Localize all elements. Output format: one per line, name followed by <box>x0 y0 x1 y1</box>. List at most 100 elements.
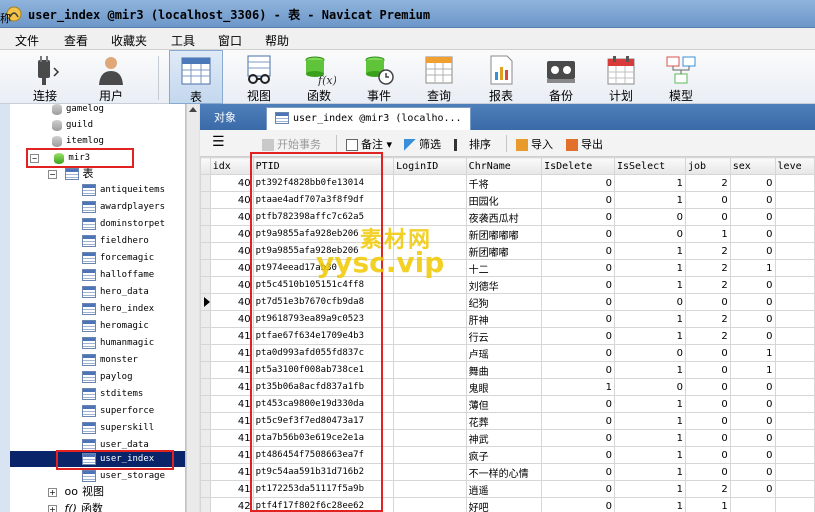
table-cell[interactable]: 0 <box>541 497 615 512</box>
column-header[interactable]: LoginID <box>393 157 467 175</box>
row-indicator[interactable] <box>200 327 211 345</box>
table-cell[interactable] <box>393 429 467 447</box>
data-grid[interactable]: idx PTID LoginID ChrName IsDelete IsSelect job… <box>200 157 815 512</box>
table-cell[interactable]: 0 <box>729 174 776 192</box>
table-cell[interactable]: 0 <box>729 395 776 413</box>
table-cell[interactable]: 41 <box>209 480 254 498</box>
table-cell[interactable] <box>393 395 467 413</box>
table-cell[interactable]: 1 <box>613 480 686 498</box>
table-cell[interactable]: 0 <box>541 361 615 379</box>
tree-table-item[interactable]: fieldhero <box>82 233 149 249</box>
table-cell[interactable] <box>393 344 467 362</box>
filter-button[interactable]: 筛选 <box>404 136 441 152</box>
table-cell[interactable]: 40 <box>209 174 254 192</box>
table-cell[interactable]: 1 <box>613 242 686 260</box>
tree-table-item[interactable]: monster <box>82 352 138 368</box>
table-row[interactable]: 40 pt7d51e3b7670cfb9da8 纪狗 0 0 0 0 <box>200 293 815 311</box>
table-cell[interactable]: pta0d993afd055fd837c <box>252 344 395 362</box>
table-cell[interactable]: 0 <box>729 378 776 396</box>
table-cell[interactable]: 40 <box>209 225 254 243</box>
table-cell[interactable]: 疯子 <box>465 446 543 464</box>
sidebar-scrollbar[interactable] <box>186 104 199 512</box>
table-cell[interactable]: 0 <box>541 310 615 328</box>
table-cell[interactable]: 0 <box>729 412 776 430</box>
row-indicator[interactable] <box>200 174 211 192</box>
view-button[interactable]: 视图 <box>232 50 286 104</box>
table-cell[interactable]: 41 <box>209 361 254 379</box>
table-cell[interactable]: ptfb782398affc7c62a5 <box>252 208 395 226</box>
table-row[interactable]: 40 pt974eead17ab30 十二 0 1 2 1 <box>200 259 815 277</box>
table-cell[interactable]: 1 <box>613 446 686 464</box>
table-row[interactable]: 40 ptfb782398affc7c62a5 夜袭西瓜村 0 0 0 0 <box>200 208 815 226</box>
row-indicator[interactable] <box>200 480 211 498</box>
table-cell[interactable]: pt9a9855afa928eb206 <box>252 242 395 260</box>
table-cell[interactable]: 0 <box>684 344 731 362</box>
table-cell[interactable]: 0 <box>729 191 776 209</box>
table-cell[interactable]: 0 <box>541 259 615 277</box>
row-indicator[interactable] <box>200 429 211 447</box>
row-indicator[interactable] <box>200 259 211 277</box>
table-cell[interactable]: 鬼眼 <box>465 378 543 396</box>
menu-favorites[interactable]: 收藏夹 <box>111 32 147 49</box>
table-cell[interactable]: 舞曲 <box>465 361 543 379</box>
table-cell[interactable] <box>393 497 467 512</box>
table-cell[interactable]: 千将 <box>465 174 543 192</box>
tree-table-item[interactable]: paylog <box>82 369 133 385</box>
row-indicator[interactable] <box>200 446 211 464</box>
table-cell[interactable]: 0 <box>729 463 776 481</box>
column-header[interactable]: ChrName <box>465 157 543 175</box>
table-cell[interactable] <box>774 276 815 294</box>
table-row[interactable]: 40 pt9a9855afa928eb206 新团嘟嘟嘟 0 0 1 0 <box>200 225 815 243</box>
table-cell[interactable]: 0 <box>684 378 731 396</box>
table-cell[interactable]: pt486454f7508663ea7f <box>252 446 395 464</box>
table-cell[interactable] <box>774 259 815 277</box>
table-cell[interactable]: 夜袭西瓜村 <box>465 208 543 226</box>
sort-button[interactable]: 排序 <box>454 136 491 152</box>
table-cell[interactable]: 1 <box>729 361 776 379</box>
table-cell[interactable]: 0 <box>729 276 776 294</box>
table-cell[interactable]: 薄但 <box>465 395 543 413</box>
table-cell[interactable]: 0 <box>541 344 615 362</box>
table-cell[interactable]: 42 <box>209 497 254 512</box>
table-cell[interactable] <box>393 327 467 345</box>
table-cell[interactable] <box>774 429 815 447</box>
tree-table-item[interactable]: awardplayers <box>82 199 165 215</box>
row-indicator[interactable] <box>200 463 211 481</box>
row-indicator[interactable] <box>200 242 211 260</box>
table-row[interactable]: 41 pta0d993afd055fd837c 卢瑶 0 0 0 1 <box>200 344 815 362</box>
table-cell[interactable]: 0 <box>684 191 731 209</box>
table-cell[interactable]: 0 <box>541 480 615 498</box>
table-row[interactable]: 41 pta7b56b03e619ce2e1a 神武 0 1 0 0 <box>200 429 815 447</box>
table-cell[interactable]: pt5a3100f008ab738ce1 <box>252 361 395 379</box>
table-cell[interactable]: 1 <box>613 191 686 209</box>
column-header[interactable]: job <box>684 157 731 175</box>
table-cell[interactable]: 1 <box>613 497 686 512</box>
table-cell[interactable] <box>393 293 467 311</box>
table-row[interactable]: 41 pt5c9ef3f7ed80473a17 花葬 0 1 0 0 <box>200 412 815 430</box>
table-cell[interactable] <box>774 174 815 192</box>
row-indicator[interactable] <box>200 191 211 209</box>
table-cell[interactable]: 41 <box>209 344 254 362</box>
table-cell[interactable]: 0 <box>684 429 731 447</box>
table-cell[interactable]: 0 <box>541 174 615 192</box>
tree-group-views[interactable]: + oo 视图 <box>48 484 104 500</box>
tree-table-item[interactable]: stditems <box>82 386 143 402</box>
table-cell[interactable] <box>774 497 815 512</box>
table-cell[interactable]: 0 <box>613 208 686 226</box>
table-cell[interactable] <box>393 208 467 226</box>
table-cell[interactable]: 0 <box>729 327 776 345</box>
table-cell[interactable]: 2 <box>684 259 731 277</box>
table-cell[interactable]: 0 <box>541 242 615 260</box>
table-cell[interactable]: 0 <box>541 429 615 447</box>
table-cell[interactable]: 41 <box>209 378 254 396</box>
table-cell[interactable]: 1 <box>729 259 776 277</box>
table-cell[interactable]: 0 <box>541 191 615 209</box>
tree-table-item[interactable]: halloffame <box>82 267 154 283</box>
schedule-button[interactable]: 计划 <box>594 50 648 104</box>
row-indicator[interactable] <box>200 395 211 413</box>
table-cell[interactable]: ptaae4adf707a3f8f9df <box>252 191 395 209</box>
column-header[interactable]: idx <box>209 157 254 175</box>
table-cell[interactable] <box>393 446 467 464</box>
table-cell[interactable] <box>729 497 776 512</box>
tree-table-item[interactable]: hero_data <box>82 284 149 300</box>
